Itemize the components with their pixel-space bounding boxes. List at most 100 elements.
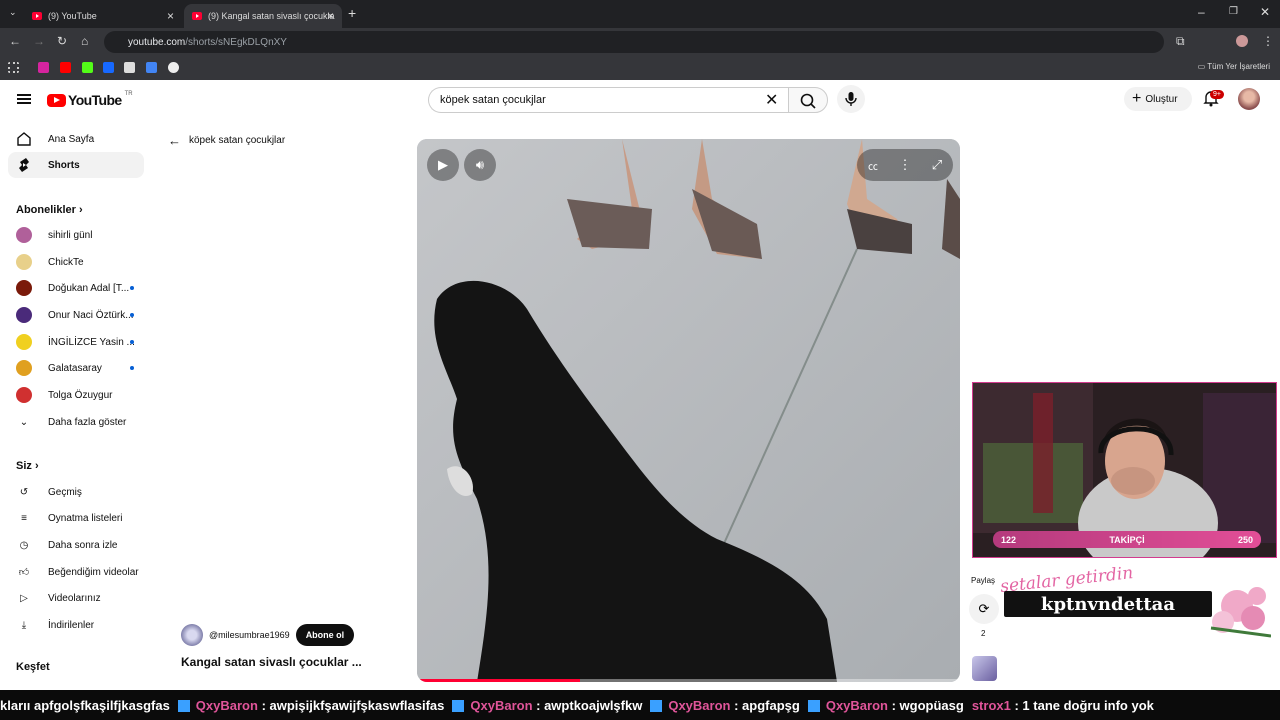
channel-row: @milesumbrae1969 Abone ol — [181, 624, 355, 646]
url-field[interactable]: youtube.com/shorts/sNEgkDLQnXY — [104, 31, 1164, 53]
watch-later-icon: ◷ — [19, 539, 29, 551]
channel-avatar — [16, 387, 32, 403]
search-button[interactable] — [788, 87, 828, 113]
home-browser-icon[interactable]: ⌂ — [81, 34, 88, 48]
microphone-icon — [845, 92, 857, 106]
more-options-icon[interactable]: ⋮ — [889, 149, 921, 181]
sidebar-item-shorts[interactable]: Shorts — [8, 152, 144, 178]
sidebar-item-label: Ana Sayfa — [48, 133, 95, 145]
window-close-icon[interactable]: ✕ — [1260, 5, 1270, 19]
new-content-dot — [130, 313, 134, 317]
tab-close-icon[interactable]: × — [327, 9, 334, 23]
sidebar-item-liked[interactable]: 👍︎ Beğendiğim videolar — [8, 559, 144, 585]
channel-avatar — [16, 360, 32, 376]
sidebar-subscription[interactable]: Onur Naci Öztürk... — [8, 302, 144, 328]
remix-count: 2 — [981, 629, 986, 638]
fullscreen-icon[interactable]: ⤢ — [921, 149, 953, 181]
chevron-down-icon: ⌄ — [19, 416, 29, 428]
shorts-video-player[interactable]: ▶ 🔊︎ ㏄ ⋮ ⤢ — [417, 139, 960, 682]
browser-tab-strip: ⌄ (9) YouTube × (9) Kangal satan sivaslı… — [0, 0, 1280, 28]
channel-avatar — [16, 227, 32, 243]
ticker-message: QxyBaron : awptkoajwlşfkw — [452, 698, 642, 713]
reload-icon[interactable]: ↻ — [57, 34, 67, 48]
account-avatar[interactable] — [1238, 88, 1260, 110]
kick-icon — [807, 700, 820, 713]
youtube-bookmark-icon[interactable] — [60, 62, 71, 73]
volume-button[interactable]: 🔊︎ — [464, 149, 496, 181]
apps-grid-icon[interactable] — [8, 62, 19, 73]
sound-thumbnail[interactable] — [972, 656, 997, 681]
channel-avatar — [16, 254, 32, 270]
new-content-dot — [130, 286, 134, 290]
browser-menu-icon[interactable]: ⋮ — [1262, 34, 1274, 48]
browser-tab-youtube[interactable]: (9) YouTube × — [24, 4, 182, 28]
browser-tab-kangal[interactable]: (9) Kangal satan sivaslı çocukla × — [184, 4, 342, 28]
captions-icon[interactable]: ㏄ — [857, 149, 889, 181]
tab-title: (9) YouTube — [48, 11, 97, 21]
sidebar-subscription[interactable]: İNGİLİZCE Yasin ... — [8, 329, 144, 355]
notification-badge: 9+ — [1210, 90, 1224, 99]
restore-icon[interactable]: ❐ — [1229, 6, 1238, 17]
instagram-icon[interactable] — [38, 62, 49, 73]
chat-ticker: klarıı apfgolşfkaşilfjkasgfas QxyBaron :… — [0, 690, 1280, 720]
play-button[interactable]: ▶ — [427, 149, 459, 181]
kick-icon — [177, 700, 190, 713]
voice-search-button[interactable] — [837, 85, 865, 113]
video-title[interactable]: Kangal satan sivaslı çocuklar ... — [181, 655, 362, 669]
sidebar-subscription[interactable]: Tolga Özuygur — [8, 382, 144, 408]
streamer-name: kptnvndettaa — [1004, 591, 1212, 617]
home-icon — [16, 131, 32, 147]
youtube-play-icon — [47, 93, 66, 107]
tab-search-icon[interactable]: ⌄ — [9, 7, 17, 18]
search-back-link[interactable]: ← köpek satan çocukjlar — [168, 133, 285, 148]
create-button[interactable]: + Oluştur — [1124, 87, 1192, 111]
sidebar-item-your-videos[interactable]: ▷ Videolarınız — [8, 585, 144, 611]
ticker-message: QxyBaron : awpişijkfşawijfşkaswflasifas — [177, 698, 444, 713]
clear-search-icon[interactable]: ✕ — [765, 90, 778, 110]
address-bar-row: ← → ↻ ⌂ youtube.com/shorts/sNEgkDLQnXY ⧉… — [0, 28, 1280, 56]
forward-icon[interactable]: → — [33, 34, 45, 48]
tab-close-icon[interactable]: × — [167, 9, 174, 23]
sidebar-item-watch-later[interactable]: ◷ Daha sonra izle — [8, 532, 144, 558]
youtube-favicon-icon — [32, 12, 42, 20]
sidebar: Ana Sayfa Shorts Abonelikler › sihirli g… — [0, 122, 152, 692]
channel-avatar[interactable] — [181, 624, 203, 646]
sidebar-subscription[interactable]: Doğukan Adal [T... — [8, 275, 144, 301]
sidebar-item-home[interactable]: Ana Sayfa — [8, 126, 144, 152]
cloud-icon[interactable] — [168, 62, 179, 73]
sidebar-item-downloads[interactable]: ⤓ İndirilenler — [8, 612, 144, 638]
followers-label: TAKİPÇİ — [1109, 534, 1145, 545]
subscribe-button[interactable]: Abone ol — [295, 624, 355, 646]
new-tab-icon[interactable]: + — [348, 5, 356, 21]
download-icon: ⤓ — [21, 619, 27, 631]
ticker-message: QxyBaron : wgopüasg — [807, 698, 964, 713]
channel-avatar — [16, 280, 32, 296]
channel-handle[interactable]: @milesumbrae1969 — [209, 630, 290, 640]
youtube-logo[interactable]: YouTube TR — [47, 91, 133, 108]
behance-icon[interactable] — [103, 62, 114, 73]
sidebar-subscription[interactable]: ChickTe — [8, 249, 144, 275]
ticker-message: strox1 : 1 tane doğru info yok — [971, 697, 1154, 713]
back-icon[interactable]: ← — [9, 34, 21, 48]
sidebar-item-playlists[interactable]: ≡ Oynatma listeleri — [8, 505, 144, 531]
all-bookmarks[interactable]: ▭ Tüm Yer İşaretleri — [1198, 62, 1270, 71]
arrow-left-icon: ← — [168, 133, 181, 148]
kick-icon — [650, 700, 663, 713]
extensions-icon[interactable]: ⧉ — [1176, 34, 1185, 49]
subscriptions-heading[interactable]: Abonelikler › — [16, 204, 83, 216]
translate-icon[interactable] — [146, 62, 157, 73]
search-input[interactable]: köpek satan çocukjlar — [428, 87, 788, 113]
url-path: /shorts/sNEgkDLQnXY — [185, 36, 287, 48]
profile-icon[interactable] — [1236, 35, 1248, 47]
remix-button[interactable]: ⟳ — [969, 594, 999, 624]
sidebar-subscription[interactable]: Galatasaray — [8, 355, 144, 381]
minimize-icon[interactable]: – — [1198, 5, 1205, 19]
video-progress-bar[interactable] — [417, 679, 960, 682]
sidebar-item-history[interactable]: ↺ Geçmiş — [8, 479, 144, 505]
you-heading[interactable]: Siz › — [16, 460, 39, 472]
chatgpt-icon[interactable] — [124, 62, 135, 73]
menu-icon[interactable] — [17, 94, 31, 104]
kick-icon[interactable] — [82, 62, 93, 73]
show-more-button[interactable]: ⌄ Daha fazla göster — [8, 409, 144, 435]
sidebar-subscription[interactable]: sihirli günl — [8, 222, 144, 248]
